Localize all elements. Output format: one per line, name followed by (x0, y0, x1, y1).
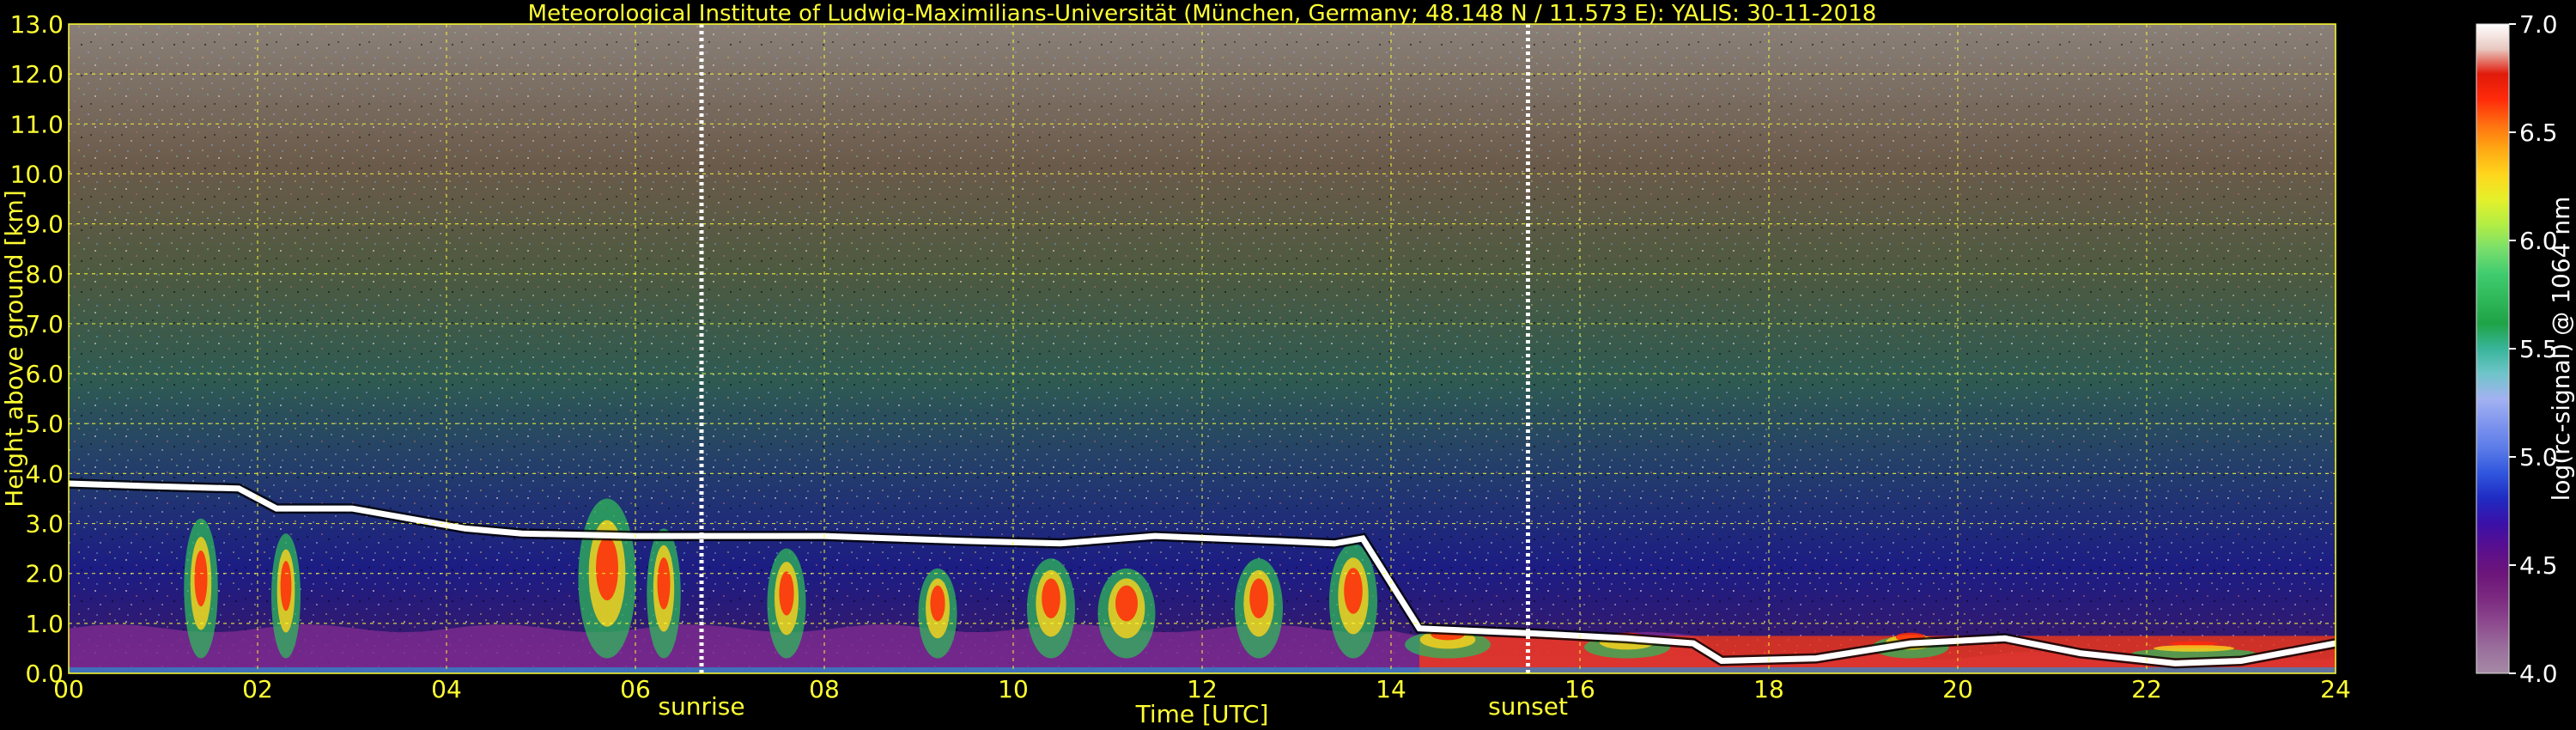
y-tick-label: 1.0 (25, 610, 64, 638)
aerosol-plume-peak (596, 536, 618, 601)
y-tick-label: 3.0 (25, 510, 64, 538)
y-tick-label: 10.0 (10, 160, 64, 188)
y-tick-label: 13.0 (10, 10, 64, 39)
y-tick-label: 6.0 (25, 360, 64, 388)
y-tick-label: 0.0 (25, 660, 64, 688)
event-label-sunrise: sunrise (658, 692, 744, 721)
y-tick-label: 8.0 (25, 260, 64, 289)
colorbar-tick-label: 4.5 (2519, 551, 2558, 580)
aerosol-plume-peak (194, 550, 208, 607)
y-tick-label: 7.0 (25, 310, 64, 338)
y-tick-label: 9.0 (25, 210, 64, 239)
y-tick-label: 5.0 (25, 410, 64, 438)
aerosol-plume-peak (930, 585, 945, 622)
x-tick-label: 06 (620, 675, 651, 703)
aerosol-plume-peak (280, 561, 292, 611)
event-label-sunset: sunset (1488, 692, 1568, 721)
event-labels: sunrise sunset (658, 692, 1568, 721)
x-tick-label: 14 (1376, 675, 1406, 703)
y-tick-label: 11.0 (10, 110, 64, 138)
x-tick-label: 08 (809, 675, 840, 703)
x-tick-label: 10 (998, 675, 1029, 703)
aerosol-plume-peak (1115, 585, 1138, 622)
aerosol-plume-peak (779, 571, 794, 616)
aerosol-plume-peak (1344, 568, 1363, 614)
chart-title: Meteorological Institute of Ludwig-Maxim… (528, 1, 1877, 27)
aerosol-plume-peak (1042, 578, 1060, 619)
lidar-quicklook-figure: Meteorological Institute of Ludwig-Maxim… (0, 1, 2575, 728)
colorbar-tick-label: 7.0 (2519, 10, 2558, 39)
x-tick-label: 22 (2131, 675, 2162, 703)
x-tick-label: 20 (1942, 675, 1973, 703)
aerosol-plume-peak (1249, 578, 1268, 619)
colorbar: 4.04.55.05.56.06.57.0 log(rc-signal) @ 1… (2476, 10, 2575, 688)
x-tick-label: 16 (1564, 675, 1595, 703)
y-axis-label: Height above ground [km] (0, 190, 28, 508)
colorbar-scale (2476, 23, 2510, 674)
x-tick-label: 04 (431, 675, 462, 703)
x-tick-label: 02 (242, 675, 273, 703)
aerosol-plume-peak (2169, 641, 2219, 646)
y-tick-label: 4.0 (25, 459, 64, 488)
plot-area (69, 24, 2336, 673)
x-tick-label: 24 (2320, 675, 2351, 703)
colorbar-tick-label: 4.0 (2519, 660, 2558, 688)
colorbar-label: log(rc-signal) @ 1064 nm (2547, 197, 2575, 502)
aerosol-plume-peak (657, 557, 671, 610)
x-axis-label: Time [UTC] (1135, 700, 1269, 728)
y-tick-label: 12.0 (10, 60, 64, 88)
x-tick-label: 18 (1753, 675, 1784, 703)
y-tick-label: 2.0 (25, 560, 64, 588)
colorbar-tick-label: 6.5 (2519, 119, 2558, 147)
aerosol-plume-core (2154, 645, 2234, 652)
